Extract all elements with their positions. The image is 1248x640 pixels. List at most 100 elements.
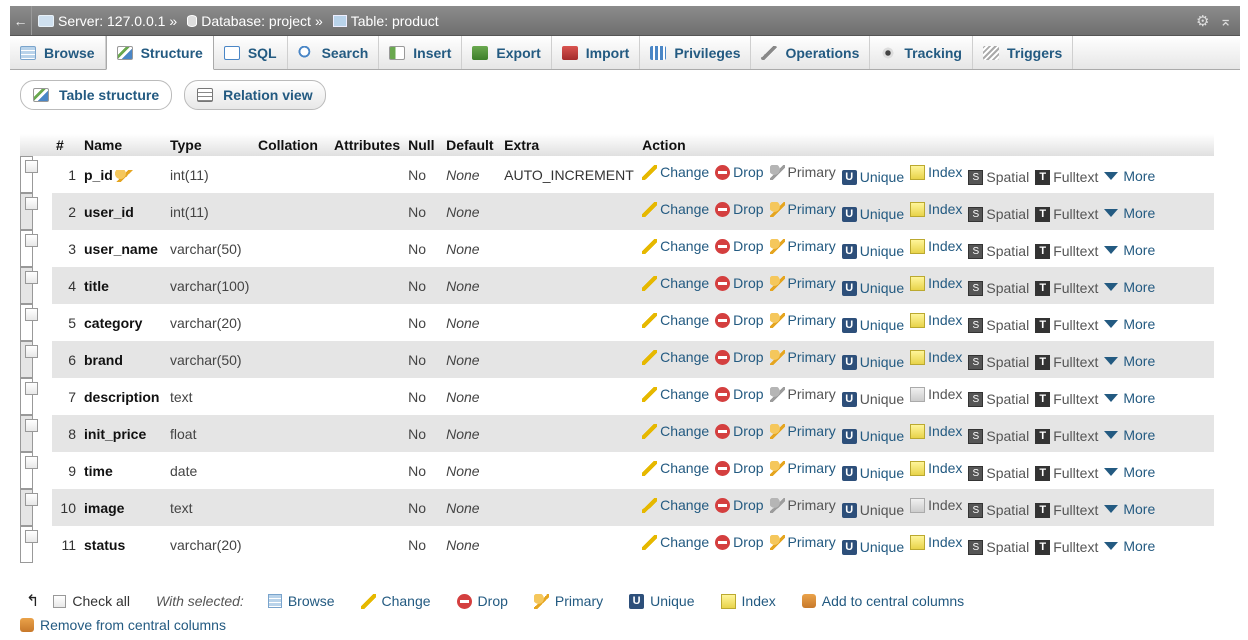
action-primary[interactable]: Primary [769, 238, 836, 254]
action-index[interactable]: Index [910, 497, 962, 513]
action-drop[interactable]: Drop [715, 386, 764, 402]
action-primary[interactable]: Primary [769, 275, 836, 291]
action-spatial[interactable]: S Spatial [968, 391, 1029, 407]
action-change[interactable]: Change [642, 534, 709, 550]
action-unique[interactable]: U Unique [841, 206, 904, 222]
breadcrumb-server[interactable]: Server: 127.0.0.1 [38, 13, 165, 29]
header-name[interactable]: Name [80, 134, 166, 156]
action-more[interactable]: More [1104, 427, 1155, 443]
bulk-drop-button[interactable]: Drop [456, 593, 508, 609]
action-primary[interactable]: Primary [769, 460, 836, 476]
action-fulltext[interactable]: T Fulltext [1035, 502, 1098, 518]
field-name[interactable]: status [84, 537, 125, 553]
action-unique[interactable]: U Unique [841, 391, 904, 407]
row-checkbox[interactable] [25, 344, 38, 358]
action-index[interactable]: Index [910, 349, 962, 365]
bulk-browse-button[interactable]: Browse [267, 593, 335, 609]
action-spatial[interactable]: S Spatial [968, 169, 1029, 185]
action-fulltext[interactable]: T Fulltext [1035, 391, 1098, 407]
action-index[interactable]: Index [910, 201, 962, 217]
action-primary[interactable]: Primary [769, 423, 836, 439]
action-index[interactable]: Index [910, 423, 962, 439]
action-drop[interactable]: Drop [715, 201, 764, 217]
action-primary[interactable]: Primary [769, 164, 836, 180]
field-name[interactable]: brand [84, 352, 123, 368]
action-unique[interactable]: U Unique [841, 169, 904, 185]
action-unique[interactable]: U Unique [841, 502, 904, 518]
action-fulltext[interactable]: T Fulltext [1035, 280, 1098, 296]
field-name[interactable]: title [84, 278, 109, 294]
action-unique[interactable]: U Unique [841, 317, 904, 333]
action-change[interactable]: Change [642, 312, 709, 328]
action-more[interactable]: More [1104, 538, 1155, 554]
action-spatial[interactable]: S Spatial [968, 354, 1029, 370]
action-spatial[interactable]: S Spatial [968, 465, 1029, 481]
row-checkbox[interactable] [25, 307, 38, 321]
bulk-unique-button[interactable]: U Unique [629, 593, 695, 609]
action-unique[interactable]: U Unique [841, 243, 904, 259]
action-unique[interactable]: U Unique [841, 280, 904, 296]
header-type[interactable]: Type [166, 134, 254, 156]
action-more[interactable]: More [1104, 205, 1155, 221]
row-checkbox[interactable] [25, 196, 38, 210]
bulk-remove-central-button[interactable]: Remove from central columns [20, 617, 226, 633]
row-checkbox[interactable] [25, 233, 38, 247]
action-spatial[interactable]: S Spatial [968, 280, 1029, 296]
subtab-relation-view[interactable]: Relation view [184, 80, 326, 110]
action-change[interactable]: Change [642, 386, 709, 402]
tab-export[interactable]: Export [462, 36, 552, 69]
action-drop[interactable]: Drop [715, 238, 764, 254]
action-index[interactable]: Index [910, 164, 962, 180]
header-attributes[interactable]: Attributes [330, 134, 405, 156]
action-more[interactable]: More [1104, 501, 1155, 517]
collapse-icon[interactable]: ⌅ [1219, 12, 1232, 30]
action-primary[interactable]: Primary [769, 349, 836, 365]
action-spatial[interactable]: S Spatial [968, 317, 1029, 333]
action-fulltext[interactable]: T Fulltext [1035, 317, 1098, 333]
action-change[interactable]: Change [642, 423, 709, 439]
action-primary[interactable]: Primary [769, 312, 836, 328]
bulk-primary-button[interactable]: Primary [533, 593, 603, 609]
action-index[interactable]: Index [910, 534, 962, 550]
action-more[interactable]: More [1104, 242, 1155, 258]
action-spatial[interactable]: S Spatial [968, 428, 1029, 444]
header-extra[interactable]: Extra [500, 134, 639, 156]
subtab-table-structure[interactable]: Table structure [20, 80, 173, 110]
field-name[interactable]: category [84, 315, 142, 331]
action-change[interactable]: Change [642, 238, 709, 254]
header-collation[interactable]: Collation [254, 134, 330, 156]
header-null[interactable]: Null [404, 134, 443, 156]
action-more[interactable]: More [1104, 353, 1155, 369]
action-spatial[interactable]: S Spatial [968, 539, 1029, 555]
action-more[interactable]: More [1104, 390, 1155, 406]
action-more[interactable]: More [1104, 464, 1155, 480]
row-checkbox[interactable] [25, 381, 38, 395]
field-name[interactable]: user_id [84, 204, 134, 220]
tab-operations[interactable]: Operations [751, 36, 871, 69]
action-change[interactable]: Change [642, 201, 709, 217]
action-fulltext[interactable]: T Fulltext [1035, 206, 1098, 222]
action-change[interactable]: Change [642, 164, 709, 180]
row-checkbox[interactable] [25, 418, 38, 432]
action-drop[interactable]: Drop [715, 497, 764, 513]
action-primary[interactable]: Primary [769, 534, 836, 550]
action-primary[interactable]: Primary [769, 386, 836, 402]
check-all-checkbox[interactable] [53, 594, 67, 608]
field-name[interactable]: user_name [84, 241, 158, 257]
bulk-add-central-button[interactable]: Add to central columns [801, 593, 964, 609]
action-unique[interactable]: U Unique [841, 539, 904, 555]
row-checkbox[interactable] [25, 492, 38, 506]
action-fulltext[interactable]: T Fulltext [1035, 428, 1098, 444]
action-drop[interactable]: Drop [715, 275, 764, 291]
field-name[interactable]: time [84, 463, 113, 479]
bulk-change-button[interactable]: Change [360, 593, 431, 609]
header-default[interactable]: Default [442, 134, 501, 156]
action-primary[interactable]: Primary [769, 497, 836, 513]
action-change[interactable]: Change [642, 460, 709, 476]
action-index[interactable]: Index [910, 275, 962, 291]
action-change[interactable]: Change [642, 349, 709, 365]
action-unique[interactable]: U Unique [841, 428, 904, 444]
action-index[interactable]: Index [910, 386, 962, 402]
field-name[interactable]: init_price [84, 426, 146, 442]
tab-search[interactable]: Search [288, 36, 380, 69]
